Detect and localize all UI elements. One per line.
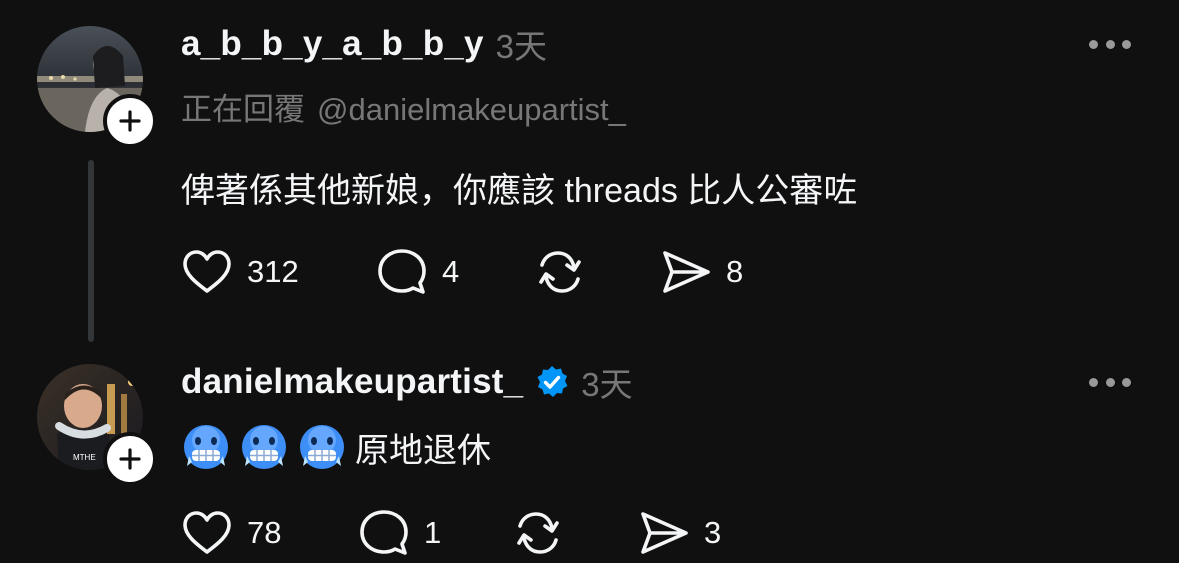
username[interactable]: danielmakeupartist_ — [181, 362, 523, 402]
post-header: a_b_b_y_a_b_b_y 3天 — [181, 20, 547, 68]
post-content: 原地退休 — [181, 423, 491, 471]
comment-button[interactable]: 1 — [358, 507, 441, 559]
repost-button[interactable] — [512, 507, 578, 559]
like-button[interactable]: 312 — [181, 246, 299, 298]
more-dot — [1122, 39, 1131, 49]
replying-to: 正在回覆 @danielmakeupartist_ — [181, 84, 626, 129]
follow-button[interactable] — [103, 94, 157, 148]
cold-face-emoji — [239, 422, 289, 472]
like-count: 78 — [247, 515, 282, 550]
comment-count: 1 — [424, 515, 442, 550]
like-count: 312 — [247, 254, 299, 289]
cold-face-emoji — [181, 422, 231, 472]
verified-badge-icon — [535, 365, 569, 399]
post-time: 3天 — [495, 28, 547, 65]
more-options-button[interactable] — [1089, 36, 1131, 52]
more-options-button[interactable] — [1089, 374, 1131, 390]
follow-button[interactable] — [103, 432, 157, 486]
send-icon — [663, 251, 710, 293]
like-button[interactable]: 78 — [181, 507, 281, 559]
share-count: 8 — [726, 254, 744, 289]
plus-icon — [119, 110, 141, 132]
replying-handle-link[interactable]: @danielmakeupartist_ — [317, 92, 626, 127]
more-horizontal-icon — [1089, 39, 1098, 49]
heart-icon — [183, 250, 231, 293]
more-horizontal-icon — [1089, 377, 1098, 387]
share-button[interactable]: 8 — [660, 246, 743, 298]
post-header: danielmakeupartist_ 3天 — [181, 358, 633, 406]
comment-count: 4 — [442, 254, 460, 289]
post-time: 3天 — [581, 366, 633, 403]
more-dot — [1105, 39, 1115, 49]
share-button[interactable]: 3 — [638, 507, 721, 559]
plus-icon — [119, 448, 141, 470]
avatar-container: MTHE — [37, 364, 157, 486]
cold-face-emoji — [297, 422, 347, 472]
repost-icon — [517, 512, 559, 554]
svg-text:MTHE: MTHE — [73, 453, 96, 462]
send-icon — [641, 512, 688, 554]
comment-bubble-icon — [378, 249, 426, 294]
username[interactable]: a_b_b_y_a_b_b_y — [181, 24, 484, 64]
action-bar: 312 4 8 — [181, 246, 881, 298]
post-content: 俾著係其他新娘，你應該 threads 比人公審咗 — [181, 171, 858, 210]
comment-button[interactable]: 4 — [376, 246, 459, 298]
more-dot — [1105, 377, 1115, 387]
heart-icon — [183, 511, 231, 554]
comment-bubble-icon — [360, 510, 408, 555]
action-bar: 78 1 3 — [181, 507, 881, 559]
post-text: 原地退休 — [355, 431, 491, 470]
avatar-container — [37, 26, 157, 148]
share-count: 3 — [704, 515, 722, 550]
thread-post-reply: a_b_b_y_a_b_b_y 3天 正在回覆 @danielmakeuparti… — [0, 0, 1179, 350]
replying-label: 正在回覆 — [181, 92, 305, 127]
repost-button[interactable] — [534, 246, 600, 298]
repost-icon — [539, 251, 581, 293]
more-dot — [1122, 377, 1131, 387]
thread-post-reply: MTHE danielmakeupartist_ 3天 原地退休 78 1 3 — [0, 350, 1179, 563]
thread-connector-line — [88, 160, 94, 342]
